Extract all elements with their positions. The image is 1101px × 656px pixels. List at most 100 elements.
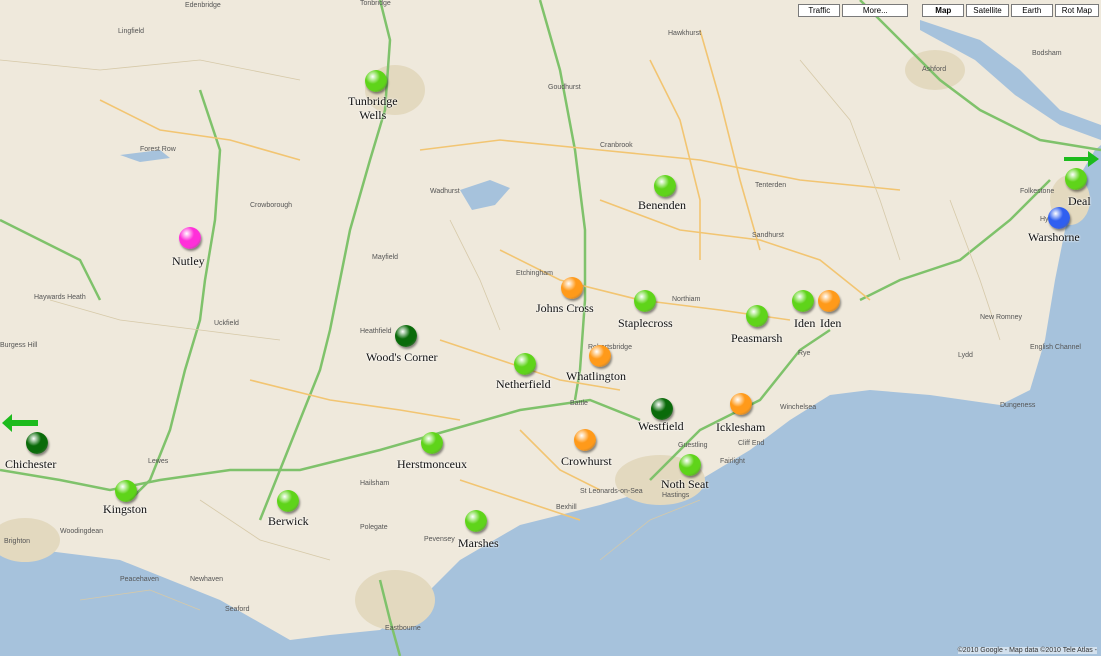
satellite-button[interactable]: Satellite bbox=[966, 4, 1009, 17]
marker-label: Iden bbox=[820, 316, 842, 330]
map-marker-iden-green[interactable] bbox=[792, 290, 814, 312]
map-marker-benenden[interactable] bbox=[654, 175, 676, 197]
marker-label: Kingston bbox=[103, 502, 148, 516]
marker-label: Tunbridge Wells bbox=[348, 94, 398, 123]
marker-label: Nutley bbox=[172, 254, 205, 268]
town-label: Seaford bbox=[225, 606, 250, 613]
town-label: Eastbourne bbox=[385, 625, 421, 632]
town-label: Lydd bbox=[958, 352, 973, 359]
town-label: Guestling bbox=[678, 442, 708, 449]
reservoir bbox=[460, 180, 510, 210]
earth-button[interactable]: Earth bbox=[1010, 4, 1053, 17]
map-marker-warshorne[interactable] bbox=[1048, 207, 1070, 229]
town-label: Northiam bbox=[672, 296, 701, 303]
map-marker-chichester[interactable] bbox=[26, 432, 48, 454]
map-marker-westfield[interactable] bbox=[651, 398, 673, 420]
town-label: Burgess Hill bbox=[0, 342, 38, 349]
town-label: Peacehaven bbox=[120, 576, 159, 583]
town-label: Heathfield bbox=[360, 328, 392, 335]
marker-label: Westfield bbox=[638, 419, 684, 433]
town-label: Winchelsea bbox=[780, 404, 817, 411]
town-label: Sandhurst bbox=[752, 232, 784, 239]
marker-label: Chichester bbox=[5, 457, 57, 471]
town-label: Brighton bbox=[4, 538, 31, 545]
map-marker-nutley[interactable] bbox=[179, 227, 201, 249]
town-label: Goudhurst bbox=[548, 84, 581, 91]
marker-label: Johns Cross bbox=[536, 301, 594, 315]
rot-map-button[interactable]: Rot Map bbox=[1054, 4, 1099, 17]
map-marker-crowhurst[interactable] bbox=[574, 429, 596, 451]
marker-label: Berwick bbox=[268, 514, 309, 528]
map-marker-noth-seat[interactable] bbox=[679, 454, 701, 476]
town-label: Tenterden bbox=[755, 182, 787, 189]
map-marker-iden-orange[interactable] bbox=[818, 290, 840, 312]
town-label: Edenbridge bbox=[185, 2, 221, 9]
town-label: Mayfield bbox=[372, 254, 399, 261]
marker-label: Marshes bbox=[458, 536, 499, 550]
map-marker-deal[interactable] bbox=[1065, 168, 1087, 190]
marker-label: Deal bbox=[1068, 194, 1091, 208]
marker-label: Icklesham bbox=[716, 420, 766, 434]
town-label: St Leonards-on-Sea bbox=[580, 488, 643, 495]
town-label: Hailsham bbox=[360, 480, 390, 487]
town-label: Etchingham bbox=[516, 270, 553, 277]
town-label: Wadhurst bbox=[430, 188, 460, 195]
town-label: Lewes bbox=[148, 458, 169, 465]
marker-label: Staplecross bbox=[618, 316, 673, 330]
town-label: Polegate bbox=[360, 524, 388, 531]
map-marker-johns-cross[interactable] bbox=[561, 277, 583, 299]
town-label: Haywards Heath bbox=[34, 294, 86, 301]
town-label: Cranbrook bbox=[600, 142, 633, 149]
town-label: Hawkhurst bbox=[668, 30, 702, 37]
map-marker-netherfield[interactable] bbox=[514, 353, 536, 375]
sea-area bbox=[0, 145, 1101, 656]
marker-label: Crowhurst bbox=[561, 454, 612, 468]
town-label: Bexhill bbox=[556, 504, 577, 511]
map-marker-marshes[interactable] bbox=[465, 510, 487, 532]
town-label: Hastings bbox=[662, 492, 690, 499]
traffic-button[interactable]: Traffic bbox=[798, 4, 841, 17]
town-label: English Channel bbox=[1030, 344, 1081, 351]
marker-label: Whatlington bbox=[566, 369, 626, 383]
town-label: Woodingdean bbox=[60, 528, 104, 535]
town-label: Fairlight bbox=[720, 458, 745, 465]
town-label: Ashford bbox=[922, 66, 947, 73]
town-label: Battle bbox=[570, 400, 588, 407]
town-label: Newhaven bbox=[190, 576, 224, 583]
town-label: Dungeness bbox=[1000, 402, 1036, 409]
copyright-text: ©2010 Google - Map data ©2010 Tele Atlas… bbox=[957, 647, 1097, 654]
more-button[interactable]: More... bbox=[842, 4, 909, 17]
map-marker-staplecross[interactable] bbox=[634, 290, 656, 312]
map-marker-woods-corner[interactable] bbox=[395, 325, 417, 347]
town-label: Uckfield bbox=[214, 320, 239, 327]
map-marker-whatlington[interactable] bbox=[589, 345, 611, 367]
map-marker-tunbridge-wells[interactable] bbox=[365, 70, 387, 92]
town-label: Pevensey bbox=[424, 536, 455, 543]
left-arrow-icon[interactable] bbox=[2, 414, 38, 432]
map-marker-icklesham[interactable] bbox=[730, 393, 752, 415]
marker-label: Iden bbox=[794, 316, 816, 330]
town-label: Lingfield bbox=[118, 28, 145, 35]
town-label: Crowborough bbox=[250, 202, 293, 209]
town-label: Tonbridge bbox=[360, 0, 391, 7]
marker-label: Warshorne bbox=[1028, 230, 1080, 244]
town-label: Folkestone bbox=[1020, 188, 1055, 195]
map-marker-berwick[interactable] bbox=[277, 490, 299, 512]
map-button[interactable]: Map bbox=[922, 4, 965, 17]
map-type-toolbar: Traffic More... Map Satellite Earth Rot … bbox=[798, 4, 1099, 17]
town-label: New Romney bbox=[980, 314, 1023, 321]
map-marker-kingston[interactable] bbox=[115, 480, 137, 502]
marker-label: Noth Seat bbox=[661, 477, 709, 491]
town-label: Bodsham bbox=[1032, 50, 1062, 57]
marker-label: Netherfield bbox=[496, 377, 551, 391]
map-marker-peasmarsh[interactable] bbox=[746, 305, 768, 327]
marker-label: Peasmarsh bbox=[731, 331, 783, 345]
town-label: Forest Row bbox=[140, 146, 176, 153]
marker-label: Wood's Corner bbox=[366, 350, 438, 364]
town-label: Rye bbox=[798, 350, 811, 357]
map-marker-herstmonceux[interactable] bbox=[421, 432, 443, 454]
marker-label: Benenden bbox=[638, 198, 686, 212]
marker-label: Herstmonceux bbox=[397, 457, 467, 471]
map-canvas[interactable] bbox=[0, 0, 1101, 656]
town-label: Cliff End bbox=[738, 440, 765, 447]
